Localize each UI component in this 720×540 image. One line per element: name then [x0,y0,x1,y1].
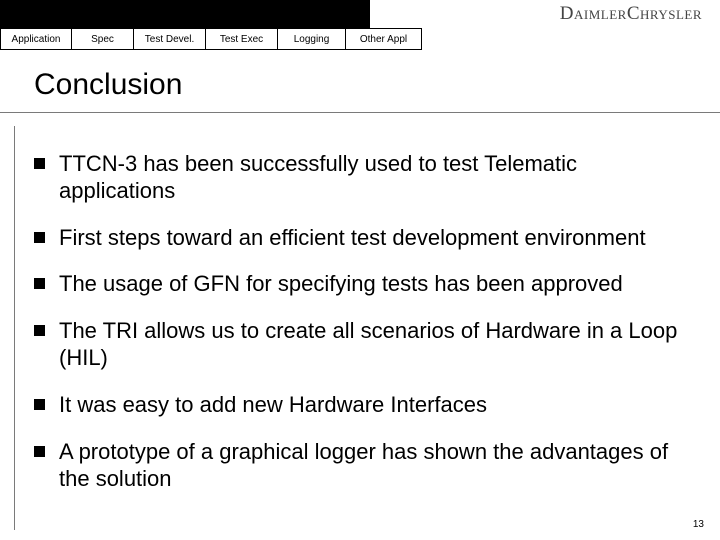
list-item: The usage of GFN for specifying tests ha… [34,271,698,298]
bullet-text: The usage of GFN for specifying tests ha… [59,271,623,298]
page-title: Conclusion [34,68,720,102]
tab-label: Spec [91,34,114,45]
list-item: It was easy to add new Hardware Interfac… [34,392,698,419]
square-bullet-icon [34,399,45,410]
tab-test-exec[interactable]: Test Exec [206,29,278,49]
brand-part1: Daimler [560,3,627,24]
brand-logo: DaimlerChrysler [370,0,720,28]
square-bullet-icon [34,278,45,289]
tab-spec[interactable]: Spec [72,29,134,49]
tab-label: Logging [294,34,330,45]
square-bullet-icon [34,232,45,243]
square-bullet-icon [34,325,45,336]
bullet-text: A prototype of a graphical logger has sh… [59,439,698,493]
tab-test-devel[interactable]: Test Devel. [134,29,206,49]
square-bullet-icon [34,158,45,169]
page-number: 13 [693,519,704,530]
content-area: TTCN-3 has been successfully used to tes… [0,113,720,492]
top-bar: DaimlerChrysler [0,0,720,28]
list-item: TTCN-3 has been successfully used to tes… [34,151,698,205]
list-item: First steps toward an efficient test dev… [34,225,698,252]
black-header-box [0,0,370,28]
tab-label: Other Appl [360,34,407,45]
bullet-text: The TRI allows us to create all scenario… [59,318,698,372]
list-item: The TRI allows us to create all scenario… [34,318,698,372]
tab-logging[interactable]: Logging [278,29,346,49]
title-area: Conclusion [0,50,720,108]
brand-part2: Chrysler [627,3,702,24]
tab-label: Test Exec [220,34,263,45]
bullet-text: First steps toward an efficient test dev… [59,225,646,252]
list-item: A prototype of a graphical logger has sh… [34,439,698,493]
tab-label: Application [12,34,61,45]
square-bullet-icon [34,446,45,457]
tab-application[interactable]: Application [0,29,72,49]
tab-label: Test Devel. [145,34,194,45]
left-margin-line [14,126,15,530]
tab-strip: Application Spec Test Devel. Test Exec L… [0,28,422,50]
bullet-text: It was easy to add new Hardware Interfac… [59,392,487,419]
bullet-text: TTCN-3 has been successfully used to tes… [59,151,698,205]
tab-other-appl[interactable]: Other Appl [346,29,422,49]
